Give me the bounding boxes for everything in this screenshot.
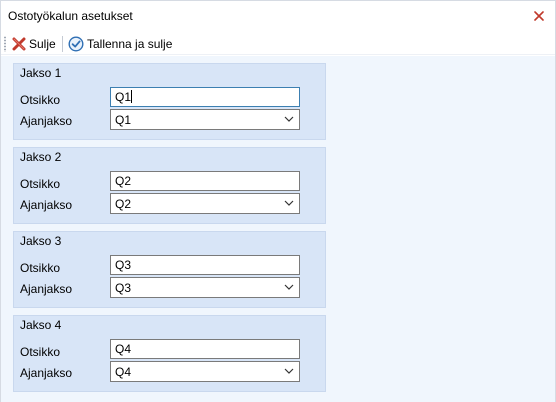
period-select[interactable]: Q4 (110, 361, 300, 382)
period-label: Ajanjakso (20, 366, 73, 380)
title-input[interactable]: Q1 (110, 87, 300, 107)
toolbar: Sulje Tallenna ja sulje (1, 32, 555, 55)
period-group-3: Jakso 3 Otsikko Q3 Ajanjakso Q3 (13, 231, 326, 308)
save-and-close-button-label: Tallenna ja sulje (87, 36, 173, 51)
title-bar: Ostotyökalun asetukset (1, 1, 555, 32)
title-input[interactable]: Q2 (110, 171, 300, 191)
period-select[interactable]: Q3 (110, 277, 300, 298)
chevron-down-icon (284, 368, 294, 374)
toolbar-grip[interactable] (4, 36, 6, 52)
group-title: Jakso 1 (20, 66, 62, 80)
title-input-value: Q3 (115, 258, 132, 272)
toolbar-separator (62, 36, 63, 52)
period-group-2: Jakso 2 Otsikko Q2 Ajanjakso Q2 (13, 147, 326, 224)
period-label: Ajanjakso (20, 114, 73, 128)
period-label: Ajanjakso (20, 282, 73, 296)
period-select[interactable]: Q1 (110, 109, 300, 130)
period-select-value: Q3 (115, 281, 132, 295)
title-input[interactable]: Q3 (110, 255, 300, 275)
period-select-value: Q1 (115, 113, 132, 127)
period-group-1: Jakso 1 Otsikko Q1 Ajanjakso Q1 (13, 63, 326, 140)
title-input-value: Q4 (115, 342, 132, 356)
title-label: Otsikko (20, 261, 61, 275)
period-select-value: Q2 (115, 197, 132, 211)
title-input[interactable]: Q4 (110, 339, 300, 359)
group-title: Jakso 4 (20, 318, 62, 332)
window-title: Ostotyökalun asetukset (8, 9, 133, 23)
save-and-close-button[interactable]: Tallenna ja sulje (66, 34, 174, 53)
group-title: Jakso 3 (20, 234, 62, 248)
title-input-value: Q2 (115, 174, 132, 188)
close-button-label: Sulje (29, 36, 56, 51)
title-input-value: Q1 (115, 90, 132, 104)
period-select-value: Q4 (115, 365, 132, 379)
check-circle-icon (68, 35, 84, 52)
text-caret (131, 90, 133, 103)
chevron-down-icon (284, 284, 294, 290)
title-label: Otsikko (20, 93, 61, 107)
red-x-icon (12, 37, 26, 50)
settings-window: Ostotyökalun asetukset Sulje Tallenna ja… (0, 0, 556, 402)
title-label: Otsikko (20, 177, 61, 191)
period-select[interactable]: Q2 (110, 193, 300, 214)
group-title: Jakso 2 (20, 150, 62, 164)
close-icon (534, 11, 544, 21)
chevron-down-icon (284, 200, 294, 206)
chevron-down-icon (284, 116, 294, 122)
window-close-button[interactable] (529, 6, 549, 26)
close-button[interactable]: Sulje (10, 34, 58, 53)
period-group-4: Jakso 4 Otsikko Q4 Ajanjakso Q4 (13, 315, 326, 392)
settings-content: Jakso 1 Otsikko Q1 Ajanjakso Q1 Jakso 2 … (1, 56, 555, 402)
title-label: Otsikko (20, 345, 61, 359)
period-label: Ajanjakso (20, 198, 73, 212)
